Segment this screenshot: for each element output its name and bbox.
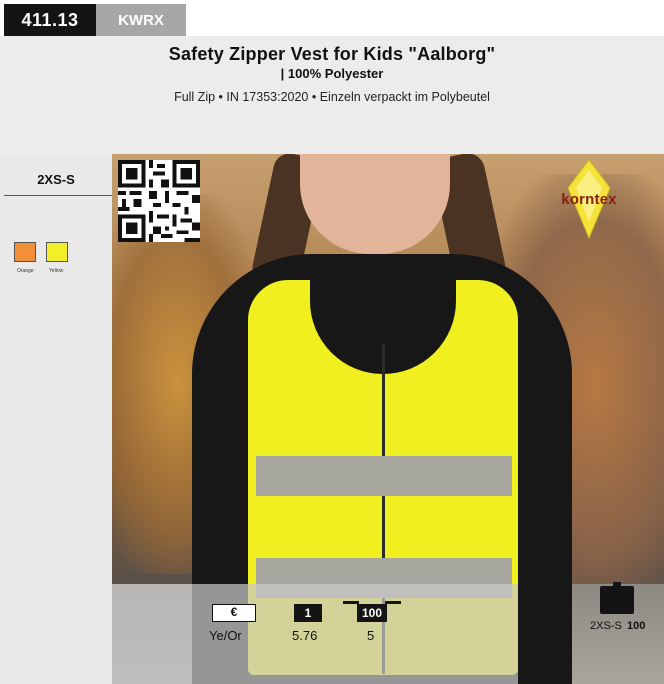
size-underline (4, 195, 112, 196)
quantity-tier-1: 1 (294, 604, 322, 622)
qr-code-icon[interactable] (118, 160, 200, 242)
carton-quantity: 100 (627, 620, 646, 632)
price-color-code: Ye/Or (209, 628, 242, 643)
product-title: Safety Zipper Vest for Kids "Aalborg" (168, 44, 496, 64)
article-code: KWRX (96, 4, 186, 36)
title-block: Safety Zipper Vest for Kids "Aalborg" | … (0, 36, 664, 154)
korntex-logo: korntex (548, 158, 630, 240)
product-features: Full Zip • IN 17353:2020 • Einzeln verpa… (174, 90, 490, 104)
color-swatch-yellow[interactable] (46, 242, 68, 262)
price-panel: € Ye/Or 1 5.76 100 5 (112, 584, 518, 684)
price-tier-1: 5.76 (292, 628, 318, 643)
product-material: | 100% Polyester (280, 66, 384, 81)
photo-reflective-strip (256, 456, 512, 496)
price-tier-100: 5 (367, 628, 375, 643)
header-bar: 411.13 KWRX (0, 0, 664, 36)
brand-name: korntex (561, 191, 617, 208)
color-swatch-orange[interactable] (14, 242, 36, 262)
article-number: 411.13 (4, 4, 96, 36)
size-panel: 2XS-S Orange Yellow (0, 154, 112, 684)
carton-size: 2XS-S (590, 620, 622, 632)
size-label: 2XS-S (37, 172, 75, 187)
quantity-tier-100: 100 (357, 604, 387, 622)
carton-icon (600, 586, 634, 614)
color-swatch-label: Orange (17, 268, 34, 274)
quantity-tier-bar (385, 601, 401, 604)
color-swatch-label: Yellow (49, 268, 64, 274)
currency-symbol: € (212, 604, 256, 622)
photo-child-face (300, 154, 450, 254)
